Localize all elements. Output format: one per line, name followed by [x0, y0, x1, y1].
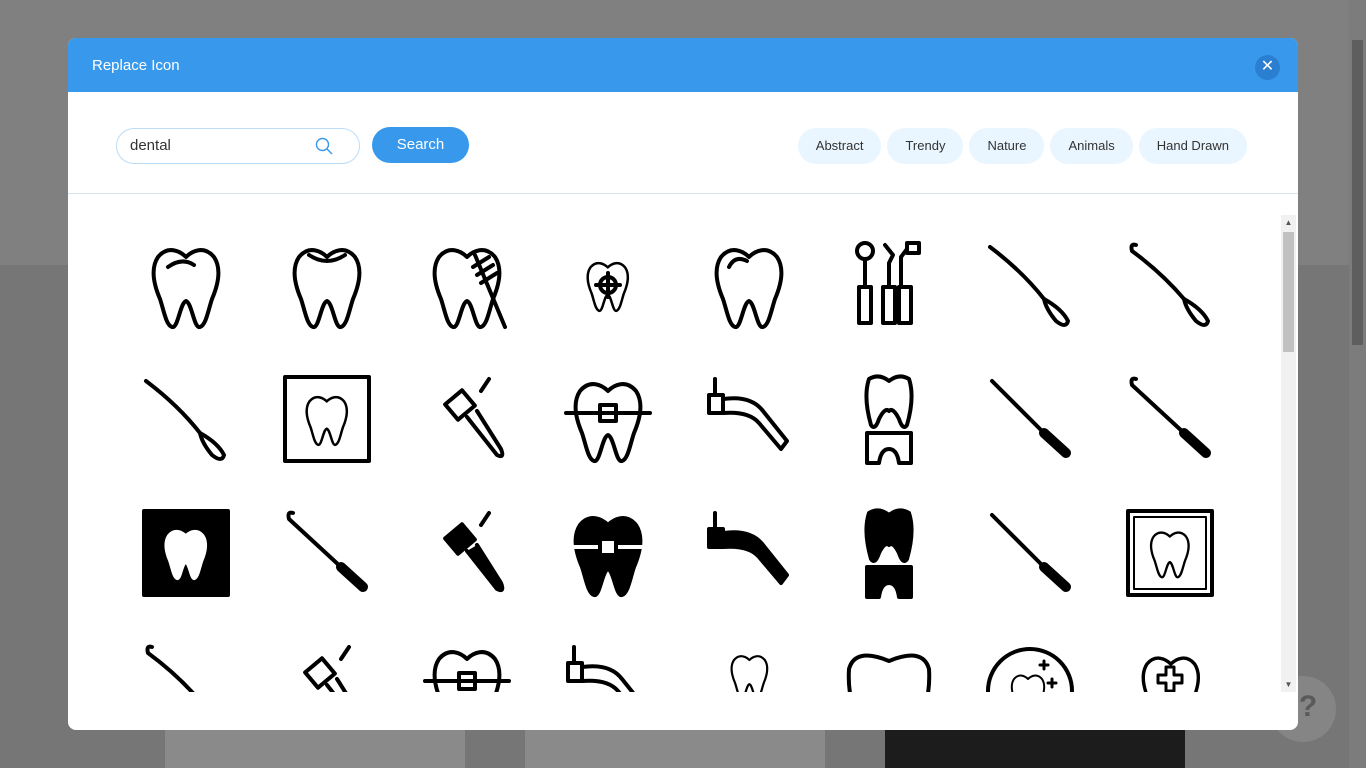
tooth-thin-icon [714, 248, 784, 330]
saliva-ejector-filled-icon [706, 511, 789, 585]
icon-tile[interactable] [819, 349, 960, 483]
dialog-title: Replace Icon [92, 57, 180, 74]
tag-trendy[interactable]: Trendy [887, 128, 964, 164]
icon-tile[interactable] [1100, 215, 1236, 349]
icon-tile[interactable] [257, 617, 398, 692]
scaler-icon [989, 379, 1071, 458]
tooth-target-icon [586, 261, 630, 313]
tooth-filling-icon [292, 248, 362, 330]
icon-tile[interactable] [678, 349, 819, 483]
icon-tile[interactable] [678, 617, 819, 692]
search-value[interactable]: dental [130, 137, 171, 154]
search-icon[interactable] [315, 137, 333, 155]
icon-grid-scrollbar[interactable]: ▲ ▼ [1281, 215, 1296, 692]
scroll-down-arrow[interactable]: ▼ [1281, 680, 1296, 689]
dental-tools-icon [855, 241, 922, 325]
tooth-xray-frame-icon [1126, 509, 1215, 597]
tag-hand-drawn[interactable]: Hand Drawn [1138, 128, 1247, 164]
icon-tile[interactable] [397, 215, 538, 349]
icon-tile[interactable] [960, 349, 1101, 483]
crown-icon [864, 374, 914, 465]
tag-abstract[interactable]: Abstract [797, 128, 882, 164]
search-input[interactable]: dental [116, 128, 360, 164]
probe-hook-icon [1129, 242, 1211, 327]
category-tags: Abstract Trendy Nature Animals Hand Draw… [797, 128, 1247, 164]
tooth-wide-icon [847, 653, 932, 692]
icon-tile[interactable] [257, 483, 398, 617]
icon-tile[interactable] [116, 349, 257, 483]
tooth-outline-icon [151, 248, 221, 330]
icon-tile[interactable] [1100, 483, 1236, 617]
drill-icon [303, 645, 351, 692]
icon-tile[interactable] [1100, 349, 1236, 483]
icon-tile[interactable] [397, 617, 538, 692]
tooth-small-icon [730, 655, 769, 692]
icon-tile[interactable] [960, 215, 1101, 349]
tooth-sparkle-icon [985, 647, 1074, 692]
close-icon[interactable]: ✕ [1255, 55, 1280, 80]
scroll-thumb[interactable] [1283, 232, 1294, 352]
braces-icon [564, 382, 653, 464]
saliva-ejector-icon [566, 645, 636, 692]
scroll-up-arrow[interactable]: ▲ [1281, 218, 1296, 227]
icon-tile[interactable] [960, 483, 1101, 617]
icon-tile[interactable] [116, 215, 257, 349]
page-scroll-thumb[interactable] [1352, 40, 1363, 345]
scaler-hook-icon [286, 510, 368, 592]
icon-tile[interactable] [538, 349, 679, 483]
braces-filled-icon [564, 516, 653, 598]
replace-icon-dialog: Replace Icon ✕ dental Search Abstract Tr… [68, 38, 1298, 730]
tag-nature[interactable]: Nature [969, 128, 1045, 164]
drill-filled-icon [443, 511, 505, 593]
tooth-cross-icon [1141, 656, 1201, 692]
drill-icon [443, 377, 505, 459]
icon-tile[interactable] [960, 617, 1101, 692]
tooth-xray-icon [282, 375, 371, 463]
saliva-ejector-icon [706, 377, 789, 451]
scaler-hook-icon [1129, 376, 1212, 458]
tooth-xray-filled-icon [142, 509, 231, 597]
icon-tile[interactable] [397, 483, 538, 617]
icon-grid [116, 215, 1236, 692]
search-button[interactable]: Search [372, 127, 469, 163]
icon-tile[interactable] [257, 349, 398, 483]
icon-tile[interactable] [678, 483, 819, 617]
toolbar: dental Search Abstract Trendy Nature Ani… [68, 92, 1298, 194]
icon-tile[interactable] [678, 215, 819, 349]
icon-tile[interactable] [538, 617, 679, 692]
probe-icon [987, 245, 1070, 327]
dialog-header: Replace Icon ✕ [68, 38, 1298, 92]
crown-filled-icon [864, 508, 914, 599]
icon-tile[interactable] [257, 215, 398, 349]
braces-icon [423, 650, 512, 692]
explorer-icon [144, 379, 227, 461]
icon-tile[interactable] [116, 617, 257, 692]
tooth-brush-icon [433, 248, 508, 330]
tag-animals[interactable]: Animals [1050, 128, 1133, 164]
icon-tile[interactable] [538, 215, 679, 349]
scaler-icon [989, 513, 1071, 592]
page-scrollbar[interactable] [1349, 0, 1366, 768]
icon-tile[interactable] [819, 617, 960, 692]
icon-tile[interactable] [116, 483, 257, 617]
probe-hook-icon [145, 644, 196, 692]
icon-tile[interactable] [538, 483, 679, 617]
icon-tile[interactable] [1100, 617, 1236, 692]
icon-tile[interactable] [819, 215, 960, 349]
icon-tile[interactable] [819, 483, 960, 617]
icon-tile[interactable] [397, 349, 538, 483]
